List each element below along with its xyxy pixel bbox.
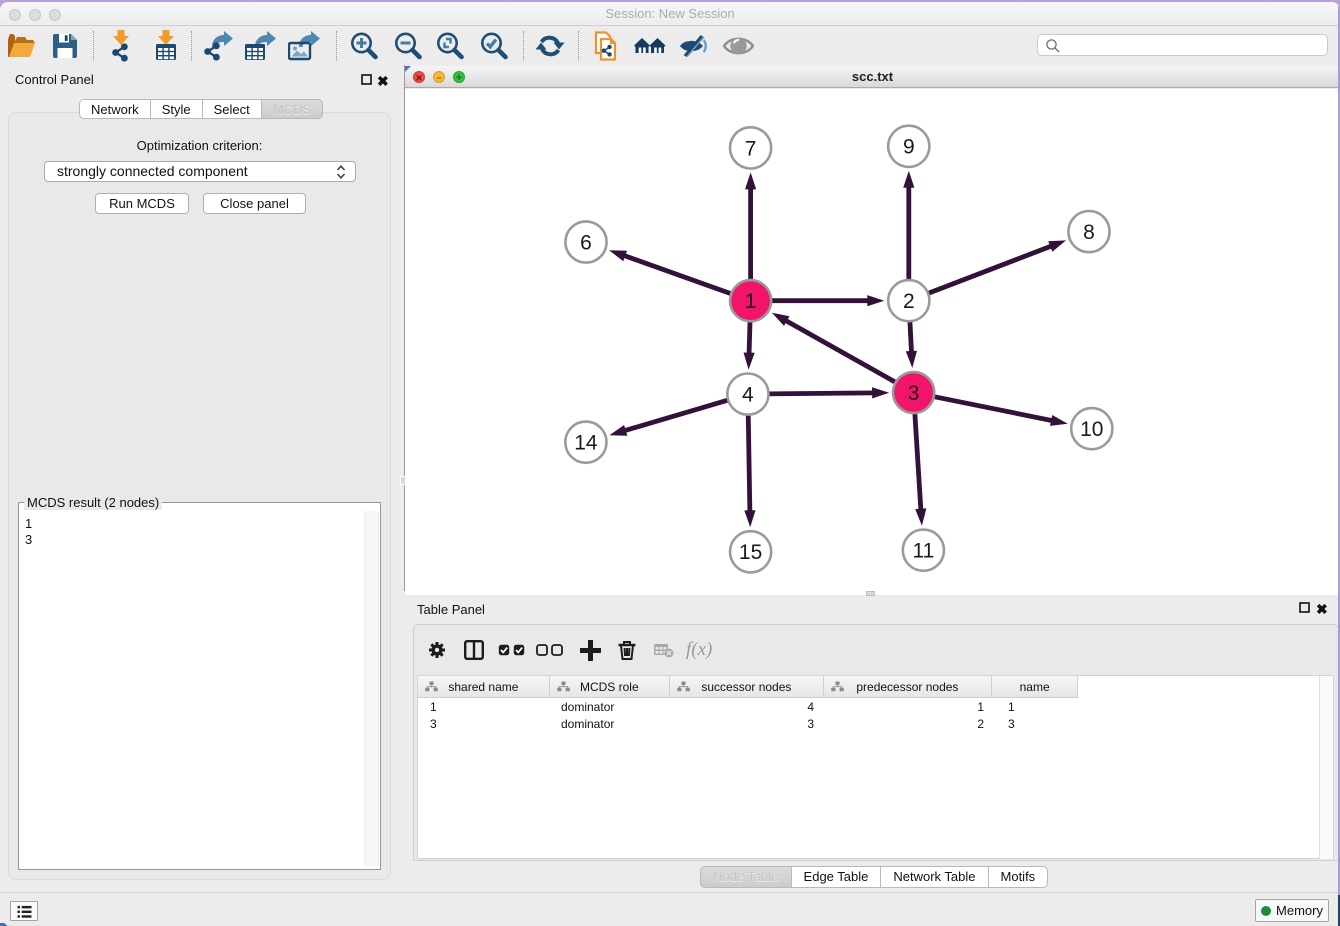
svg-text:4: 4 [742, 384, 754, 407]
svg-text:6: 6 [580, 231, 592, 254]
svg-text:9: 9 [903, 136, 915, 159]
svg-text:7: 7 [745, 137, 757, 160]
svg-text:10: 10 [1080, 418, 1103, 441]
svg-text:f(x): f(x) [686, 640, 712, 660]
svg-text:2: 2 [903, 290, 915, 313]
svg-text:8: 8 [1083, 221, 1095, 244]
svg-text:1: 1 [745, 290, 757, 313]
svg-text:3: 3 [908, 382, 920, 405]
svg-text:15: 15 [739, 541, 762, 564]
svg-text:14: 14 [574, 432, 598, 455]
svg-text:11: 11 [912, 540, 934, 563]
